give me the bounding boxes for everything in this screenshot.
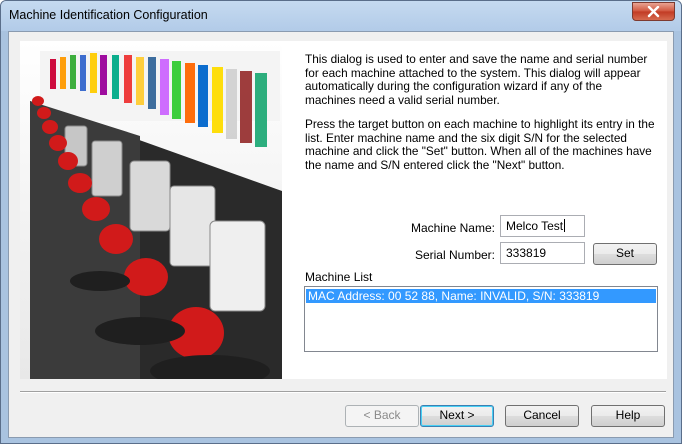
close-button[interactable] [632,2,675,21]
serial-number-label: Serial Number: [414,248,495,262]
machine-name-label: Machine Name: [410,221,495,235]
separator-line [20,391,666,393]
close-icon [647,6,660,18]
list-item[interactable]: MAC Address: 00 52 88, Name: INVALID, S/… [306,289,656,303]
title-bar[interactable]: Machine Identification Configuration [1,1,681,31]
embroidery-machines-image [20,41,282,379]
serial-number-value: 333819 [506,246,547,260]
cancel-button[interactable]: Cancel [505,405,579,427]
back-button[interactable]: < Back [345,405,419,427]
machine-name-value: Melco Test [506,219,564,233]
machine-list[interactable]: MAC Address: 00 52 88, Name: INVALID, S/… [304,286,658,352]
dialog-window: Machine Identification Configuration Thi… [0,0,682,444]
description-paragraph-2: Press the target button on each machine … [305,117,655,172]
content-panel: This dialog is used to enter and save th… [20,41,667,379]
next-button[interactable]: Next > [420,405,494,427]
machine-list-label: Machine List [305,270,373,284]
description-paragraph-1: This dialog is used to enter and save th… [305,52,648,107]
serial-number-input[interactable]: 333819 [500,242,585,264]
help-button[interactable]: Help [591,405,665,427]
machine-name-input[interactable]: Melco Test [500,215,585,237]
window-title: Machine Identification Configuration [9,8,208,22]
set-button[interactable]: Set [593,243,657,265]
dialog-client-area: This dialog is used to enter and save th… [8,31,674,438]
text-caret [564,219,566,232]
